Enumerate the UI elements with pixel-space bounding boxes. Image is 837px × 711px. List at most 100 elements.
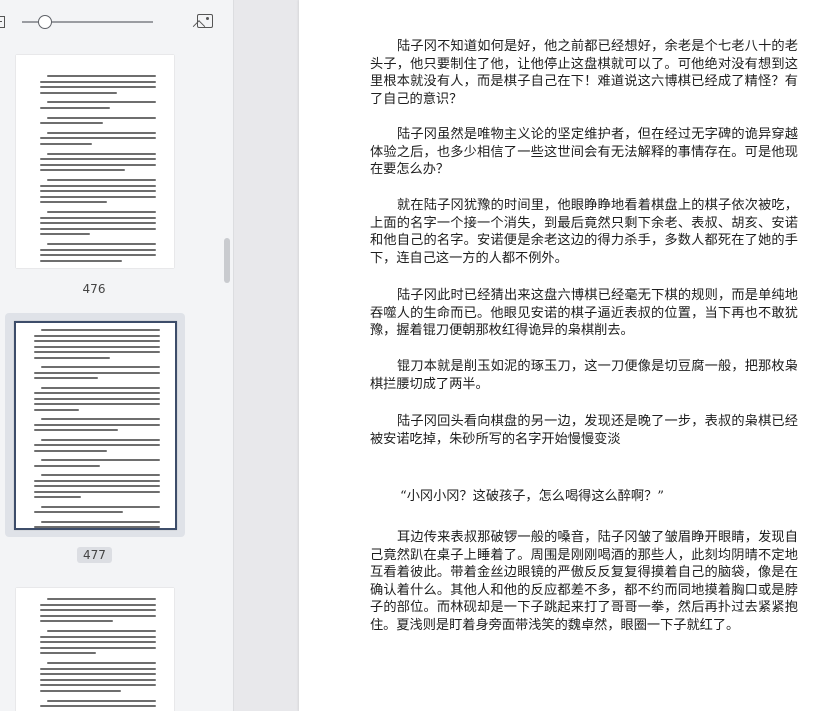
thumbnail-text-line	[34, 356, 110, 359]
thumbnail-text-line	[40, 122, 103, 125]
thumbnail-text-line	[40, 184, 156, 187]
thumbnail-text-line	[40, 667, 156, 670]
thumbnail-text-line	[41, 329, 160, 331]
thumbnail-text-line	[40, 80, 156, 83]
thumbnail-text-line	[40, 216, 156, 219]
thumbnail-text-line	[40, 641, 156, 644]
thumbnail-text-line	[40, 620, 114, 623]
thumbnail-text-line	[40, 201, 108, 204]
thumbnail-text-line	[41, 474, 160, 476]
paragraph: 锟刀本就是削玉如泥的琢玉刀，这一刀便像是切豆腐一般，把那枚枭棋拦腰切成了两半。	[370, 359, 798, 392]
thumbnail-text-line	[40, 684, 156, 687]
thumbnail-text-line	[34, 490, 160, 493]
thumbnail-text-line	[34, 423, 160, 426]
thumbnail-text-line	[41, 520, 160, 523]
thumbnail-text-line	[40, 248, 156, 251]
thumbnail-text-line	[41, 459, 160, 461]
thumbnail-text-line	[34, 485, 160, 487]
thumbnail-text-line	[41, 438, 160, 441]
thumbnail-text-line	[47, 101, 156, 104]
thumbnail-text-line	[34, 351, 160, 353]
thumbnail-text-line	[47, 131, 156, 134]
thumbnail-text-line	[34, 397, 160, 400]
thumbnail-text-line	[34, 371, 160, 374]
thumbnail-text-line	[40, 163, 156, 166]
thumbnail-text-line	[34, 444, 160, 446]
thumbnail-text-line	[34, 392, 160, 394]
page-number-label: 476	[82, 282, 106, 296]
paragraph: 就在陆子冈犹豫的时间里，他眼睁睁地看着棋盘上的棋子依次被吃，上面的名字一个接一个…	[370, 198, 798, 266]
sidebar-toolbar	[0, 0, 233, 44]
thumbnail-text-line	[40, 190, 156, 193]
thumbnail-text-line	[40, 603, 156, 606]
thumbnail-item-478[interactable]	[5, 580, 185, 711]
paragraph: 陆子冈回头看向棋盘的另一边，发现还是晚了一步，表叔的枭棋已经被安诺吃掉，朱砂所写…	[370, 414, 798, 447]
thumbnail-sidebar: 476 477	[0, 0, 234, 711]
thumbnail-text-line	[40, 652, 96, 655]
document-background	[234, 0, 299, 711]
thumbnail-text-line	[40, 259, 123, 262]
thumbnail-text-line	[41, 505, 160, 508]
thumbnail-item-476[interactable]	[5, 50, 185, 272]
thumbnail-text-line	[47, 179, 156, 181]
thumbnail-text-line	[40, 673, 156, 676]
thumbnail-text-line	[40, 646, 156, 649]
thumbnail-text-line	[40, 107, 110, 109]
page-thumbnail[interactable]	[16, 588, 174, 711]
paragraph: 耳边传来表叔那破锣一般的嗓音，陆子冈皱了皱眉睁开眼睛，发现自己竟然趴在桌子上睡着…	[370, 530, 798, 633]
thumbnail-text-line	[47, 152, 156, 155]
page-thumbnail[interactable]	[16, 55, 174, 268]
thumbnail-text-line	[47, 116, 156, 119]
thumbnail-text-line	[40, 233, 90, 236]
thumbnail-text-line	[40, 195, 156, 198]
thumbnail-text-line	[40, 609, 156, 612]
thumbnail-text-line	[47, 211, 156, 213]
thumbnail-text-line	[41, 418, 160, 420]
thumbnail-text-line	[40, 137, 156, 140]
thumbnail-text-line	[34, 334, 160, 337]
paragraph: 陆子冈此时已经猜出来这盘六博棋已经毫无下棋的规则，而是单纯地吞噬人的生命而已。他…	[370, 288, 798, 339]
thumbnail-text-line	[47, 630, 156, 632]
thumbnail-text-line	[40, 143, 93, 145]
thumbnail-text-line	[34, 511, 124, 513]
thumbnail-text-line	[40, 169, 125, 172]
thumbnail-text-line	[34, 449, 108, 452]
thumbnail-text-line	[47, 699, 156, 702]
thumbnail-text-line	[41, 366, 160, 368]
thumbnail-text-line	[47, 75, 156, 77]
page-thumbnail[interactable]	[14, 321, 177, 530]
thumbnail-text-line	[34, 340, 160, 342]
thumbnail-text-line	[34, 464, 100, 467]
page-number-label: 477	[77, 547, 112, 563]
thumbnail-text-line	[47, 243, 156, 245]
thumbnail-text-line	[40, 158, 156, 161]
thumbnail-text-line	[40, 690, 122, 692]
image-icon[interactable]	[197, 14, 213, 28]
thumbnail-text-line	[34, 496, 81, 498]
thumbnail-text-line	[34, 408, 80, 411]
paragraph-dialogue: “小冈小冈？这破孩子，怎么喝得这么醉啊？”	[400, 489, 665, 504]
thumbnail-text-line	[34, 526, 160, 528]
thumbnail-text-line	[34, 479, 160, 482]
thumbnail-text-line	[40, 705, 156, 708]
thumbnail-text-line	[41, 386, 160, 389]
thumbnail-text-line	[40, 91, 117, 94]
thumbnail-text-line	[34, 403, 160, 405]
thumbnail-text-line	[40, 635, 156, 638]
thumbnail-text-line	[34, 345, 160, 348]
thumbnail-text-line	[40, 678, 156, 681]
zoom-slider-handle[interactable]	[38, 15, 53, 29]
thumbnail-text-line	[40, 254, 156, 257]
thumbnail-text-line	[40, 614, 156, 617]
thumbnail-text-line	[40, 222, 156, 225]
paragraph: 陆子冈虽然是唯物主义论的坚定维护者，但在经过无字碑的诡异穿越体验之后，也多少相信…	[370, 127, 798, 178]
thumbnail-text-line	[34, 377, 99, 379]
thumbnail-item-477[interactable]	[5, 313, 185, 537]
paragraph: 陆子冈不知道如何是好，他之前都已经想好，余老是个七老八十的老头子，他只要制住了他…	[370, 39, 798, 107]
thumbnail-text-line	[40, 227, 156, 230]
thumbnail-text-line	[47, 598, 156, 600]
panel-toggle-icon[interactable]	[0, 16, 5, 28]
sidebar-scrollbar[interactable]	[224, 238, 230, 283]
thumbnail-text-line	[40, 86, 156, 89]
thumbnail-text-line	[47, 662, 156, 664]
